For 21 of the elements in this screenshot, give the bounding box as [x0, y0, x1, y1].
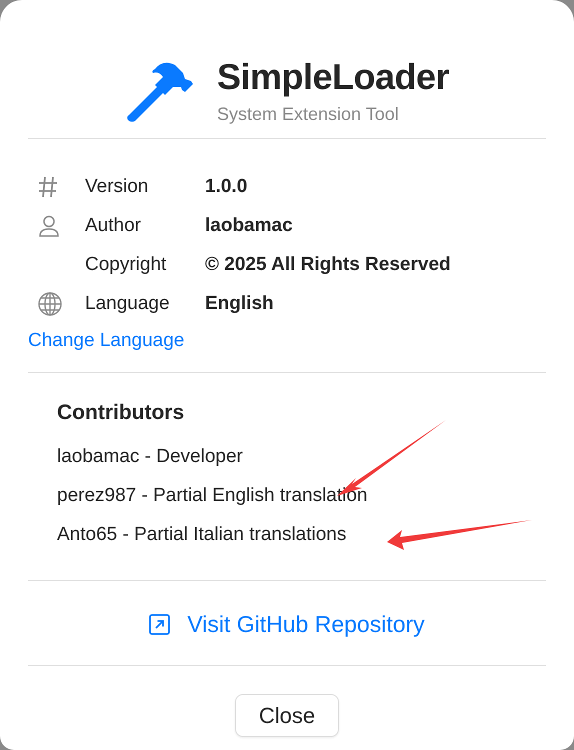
info-value: 1.0.0 [205, 176, 248, 198]
close-button[interactable]: Close [235, 694, 339, 737]
info-label: Copyright [85, 254, 168, 276]
info-value: English [205, 292, 274, 314]
external-link-icon [149, 614, 170, 635]
app-title: SimpleLoader [216, 56, 450, 98]
info-label: Version [85, 176, 150, 198]
hash-icon [38, 176, 58, 198]
person-icon [38, 214, 60, 236]
contributors-heading: Contributors [57, 401, 186, 425]
info-label: Author [85, 214, 142, 236]
info-value: © 2025 All Rights Reserved [205, 254, 451, 276]
info-label: Language [85, 292, 171, 314]
globe-icon [38, 292, 62, 316]
app-subtitle: System Extension Tool [216, 104, 400, 124]
github-link[interactable]: Visit GitHub Repository [149, 611, 425, 638]
info-value: laobamac [205, 214, 293, 236]
contributor-entry: Anto65 - Partial Italian translations [57, 523, 346, 547]
contributor-entry: laobamac - Developer [57, 445, 243, 469]
contributor-entry: perez987 - Partial English translation [57, 484, 368, 508]
change-language-link[interactable]: Change Language [28, 330, 184, 351]
